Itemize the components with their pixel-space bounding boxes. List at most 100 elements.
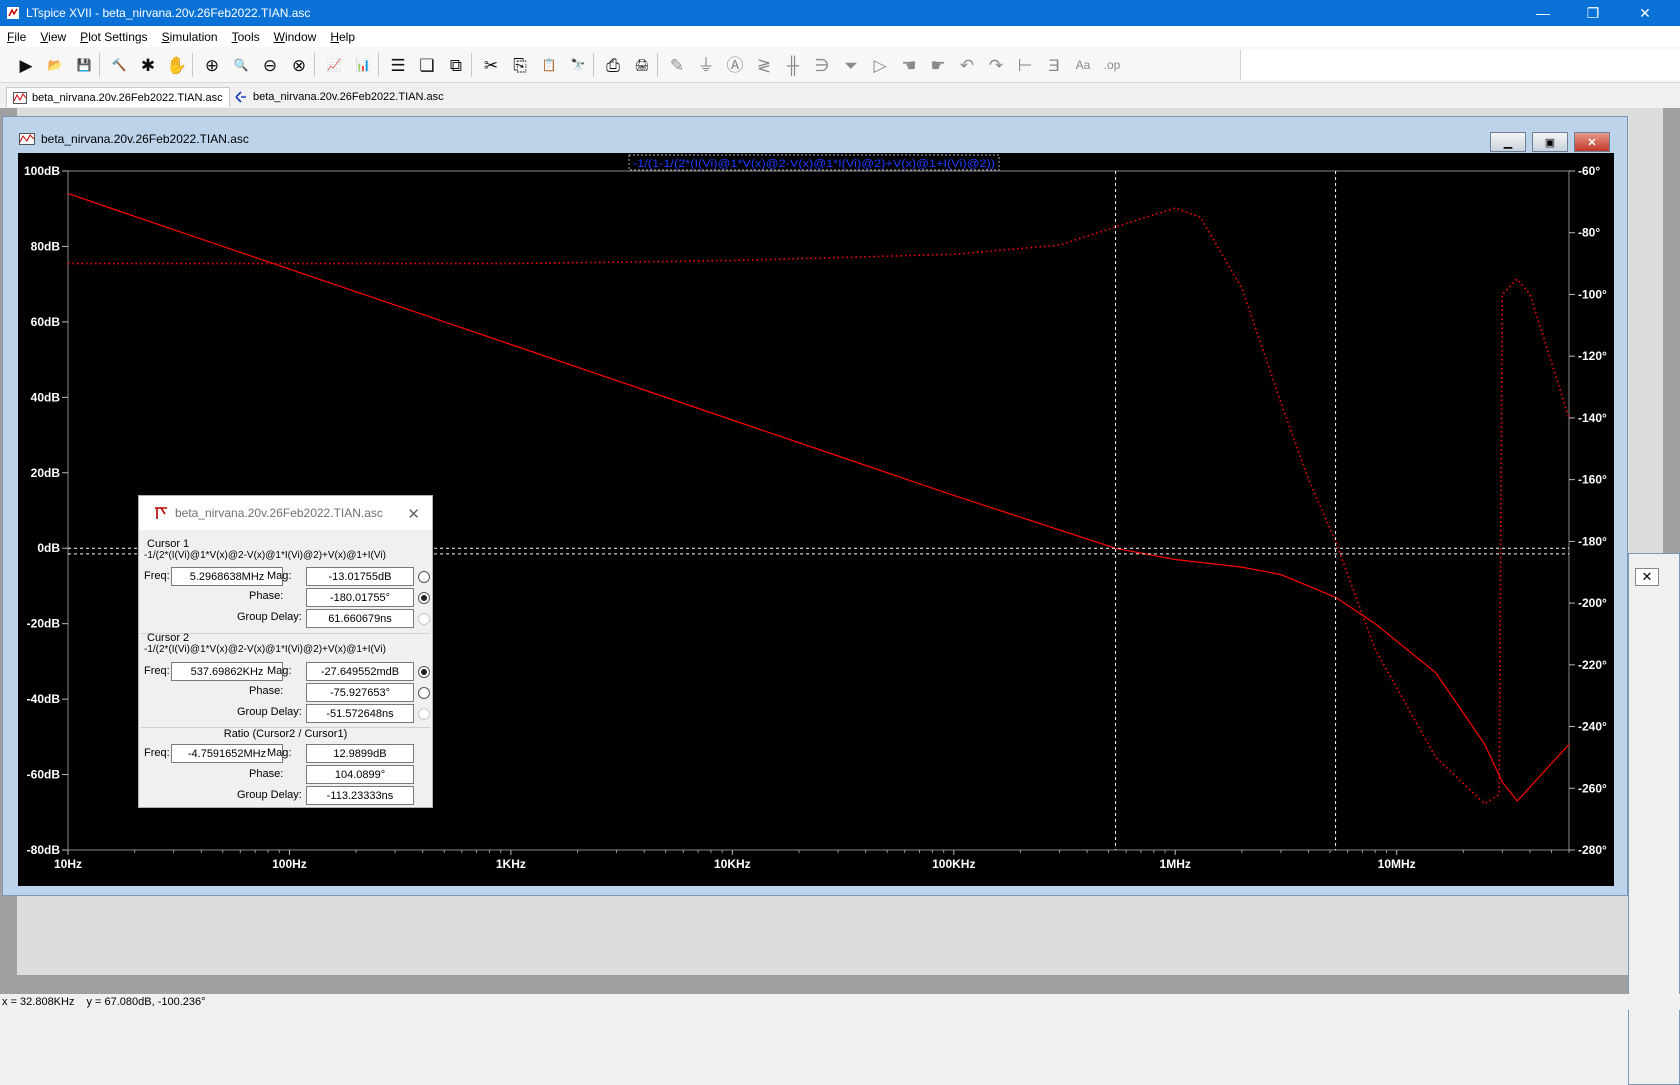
- text-icon[interactable]: Aa: [1071, 53, 1095, 77]
- plot-restore-button[interactable]: ▣: [1532, 132, 1568, 152]
- x-tick-label: 100KHz: [932, 857, 975, 871]
- menu-window[interactable]: Window: [267, 30, 324, 44]
- y-right-tick-label: -280°: [1578, 843, 1607, 857]
- ratio-group-delay-label: Group Delay:: [237, 789, 302, 801]
- probe-icon: [155, 507, 167, 519]
- tab-label: beta_nirvana.20v.26Feb2022.TIAN.asc: [32, 91, 223, 104]
- copy-icon[interactable]: ⎘: [508, 53, 532, 77]
- undo-icon[interactable]: ↶: [955, 53, 979, 77]
- menu-view[interactable]: View: [33, 30, 73, 44]
- cursor2-group-delay-radio[interactable]: [418, 708, 430, 720]
- move-icon[interactable]: ☚: [897, 53, 921, 77]
- y-left-tick-label: 100dB: [24, 164, 60, 178]
- menu-help[interactable]: Help: [323, 30, 362, 44]
- cursor2-mag-field[interactable]: -27.649552mdB: [306, 662, 414, 681]
- plot-settings-icon[interactable]: 📊: [351, 53, 375, 77]
- menu-file[interactable]: File: [0, 30, 33, 44]
- mirror-icon[interactable]: Ǝ: [1042, 53, 1066, 77]
- autorange-icon[interactable]: 📈: [322, 53, 346, 77]
- probe-icon[interactable]: ✱: [136, 53, 160, 77]
- toolbar-separator: [471, 53, 472, 77]
- cursor1-group-delay-radio[interactable]: [418, 613, 430, 625]
- schematic-icon: [235, 91, 246, 103]
- save-icon[interactable]: 💾: [72, 53, 96, 77]
- y-right-tick-label: -180°: [1578, 534, 1607, 548]
- y-right-tick-label: -140°: [1578, 411, 1607, 425]
- y-right-tick-label: -100°: [1578, 287, 1607, 301]
- tile-vertical-icon[interactable]: ⧉: [444, 53, 468, 77]
- ratio-heading: Ratio (Cursor2 / Cursor1): [223, 728, 348, 740]
- cursor1-phase-field[interactable]: -180.01755°: [306, 588, 414, 607]
- inductor-icon[interactable]: ∋: [810, 53, 834, 77]
- y-left-tick-label: 60dB: [31, 315, 61, 329]
- cut-icon[interactable]: ✂: [479, 53, 503, 77]
- ratio-mag-field[interactable]: 12.9899dB: [306, 744, 414, 763]
- ratio-group-delay-field[interactable]: -113.23333ns: [306, 786, 414, 805]
- print-icon[interactable]: 🖨: [630, 53, 654, 77]
- cursor2-phase-label: Phase:: [249, 685, 284, 697]
- menu-simulation[interactable]: Simulation: [155, 30, 225, 44]
- run-icon[interactable]: ▶: [14, 53, 38, 77]
- cursor1-group-delay-field[interactable]: 61.660679ns: [306, 609, 414, 628]
- tab-schematic[interactable]: beta_nirvana.20v.26Feb2022.TIAN.asc: [228, 87, 450, 107]
- zoom-cancel-icon[interactable]: ⊗: [287, 53, 311, 77]
- restore-button[interactable]: ❐: [1570, 0, 1616, 26]
- drag-icon[interactable]: ☛: [926, 53, 950, 77]
- tile-horizontal-icon[interactable]: ☰: [386, 53, 410, 77]
- tab-label: beta_nirvana.20v.26Feb2022.TIAN.asc: [253, 91, 444, 103]
- diode-icon[interactable]: ⏷: [839, 53, 863, 77]
- cascade-icon[interactable]: ❏: [415, 53, 439, 77]
- zoom-out-icon[interactable]: ⊖: [258, 53, 282, 77]
- find-icon[interactable]: 🔭: [566, 53, 590, 77]
- ratio-freq-label: Freq:: [144, 747, 170, 759]
- capacitor-icon[interactable]: ╫: [781, 53, 805, 77]
- close-button[interactable]: ✕: [1622, 0, 1668, 26]
- cursor2-group-delay-field[interactable]: -51.572648ns: [306, 704, 414, 723]
- dialog-header: beta_nirvana.20v.26Feb2022.TIAN.asc ✕: [139, 496, 432, 530]
- zoom-in-icon[interactable]: ⊕: [200, 53, 224, 77]
- y-left-tick-label: -80dB: [27, 843, 61, 857]
- plot-close-button[interactable]: ✕: [1574, 132, 1610, 152]
- x-tick-label: 10MHz: [1378, 857, 1416, 871]
- tab-waveform[interactable]: beta_nirvana.20v.26Feb2022.TIAN.asc: [6, 87, 230, 107]
- cursor1-phase-radio[interactable]: [418, 592, 430, 604]
- cursor1-mag-field[interactable]: -13.01755dB: [306, 567, 414, 586]
- draw-wire-icon[interactable]: ✎: [665, 53, 689, 77]
- cursor2-phase-field[interactable]: -75.927653°: [306, 683, 414, 702]
- ratio-phase-field[interactable]: 104.0899°: [306, 765, 414, 784]
- plot-minimize-button[interactable]: ▁: [1490, 132, 1526, 152]
- cursor2-phase-radio[interactable]: [418, 687, 430, 699]
- y-left-tick-label: 20dB: [31, 466, 61, 480]
- x-tick-label: 10KHz: [714, 857, 751, 871]
- cursor2-mag-radio[interactable]: [418, 666, 430, 678]
- label-net-icon[interactable]: Ⓐ: [723, 53, 747, 77]
- menu-plot-settings[interactable]: Plot Settings: [73, 30, 154, 44]
- background-window-close-icon[interactable]: ✕: [1635, 568, 1659, 586]
- toolbar-separator: [657, 53, 658, 77]
- print-preview-icon[interactable]: ⎙: [601, 53, 625, 77]
- pan-icon[interactable]: ✋: [165, 53, 189, 77]
- status-bar: x = 32.808KHz y = 67.080dB, -100.236°: [0, 994, 1680, 1010]
- redo-icon[interactable]: ↷: [984, 53, 1008, 77]
- cursor1-phase-label: Phase:: [249, 590, 284, 602]
- ground-icon[interactable]: ⏚: [694, 53, 718, 77]
- cursor1-mag-radio[interactable]: [418, 571, 430, 583]
- zoom-area-icon[interactable]: 🔍: [229, 53, 253, 77]
- spice-directive-icon[interactable]: .op: [1100, 53, 1124, 77]
- x-tick-label: 100Hz: [272, 857, 307, 871]
- cursor1-freq-label: Freq:: [144, 570, 170, 582]
- menu-tools[interactable]: Tools: [225, 30, 267, 44]
- resistor-icon[interactable]: ≷: [752, 53, 776, 77]
- window-title: LTspice XVII - beta_nirvana.20v.26Feb202…: [26, 6, 311, 20]
- component-icon[interactable]: ▷: [868, 53, 892, 77]
- paste-icon[interactable]: 📋: [537, 53, 561, 77]
- toolbar-separator: [593, 53, 594, 77]
- minimize-button[interactable]: —: [1520, 0, 1566, 26]
- rotate-icon[interactable]: ⊢: [1013, 53, 1037, 77]
- x-tick-label: 1KHz: [496, 857, 526, 871]
- toolbar-separator: [192, 53, 193, 77]
- menu-bar: File View Plot Settings Simulation Tools Wind…: [0, 26, 1680, 47]
- open-icon[interactable]: 📂: [43, 53, 67, 77]
- dialog-close-icon[interactable]: ✕: [407, 505, 420, 523]
- control-panel-icon[interactable]: 🔨: [107, 53, 131, 77]
